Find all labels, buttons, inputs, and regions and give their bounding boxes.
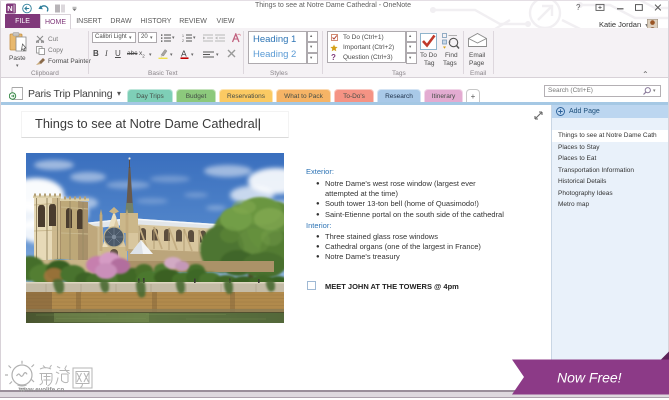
svg-text:N: N [7, 4, 12, 13]
svg-text:2: 2 [182, 39, 184, 42]
svg-text:1: 1 [182, 34, 184, 38]
svg-text:Now Free!: Now Free! [557, 370, 622, 386]
svg-text:www.evolife.cn: www.evolife.cn [18, 387, 64, 394]
svg-text:?: ? [576, 3, 581, 12]
svg-text:A: A [181, 49, 187, 59]
